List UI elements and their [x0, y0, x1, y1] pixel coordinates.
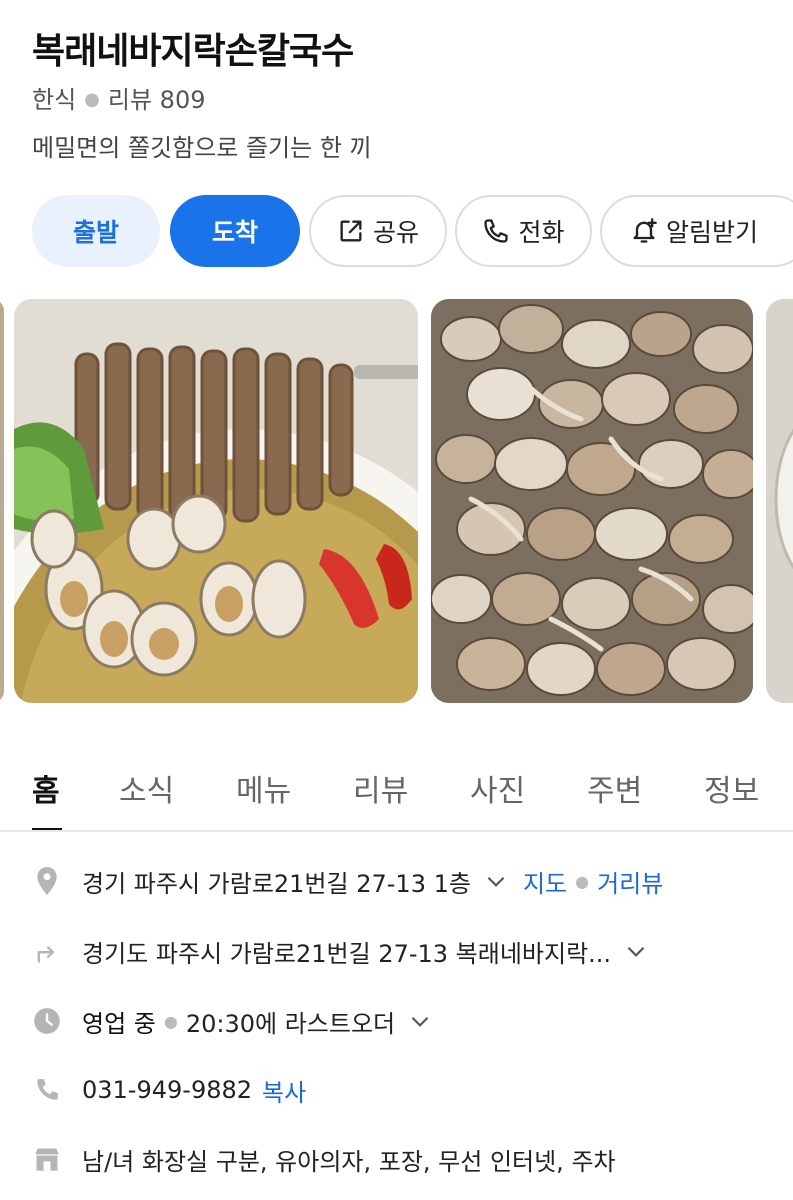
- bell-plus-icon: [633, 218, 657, 243]
- street-view-link[interactable]: 거리뷰: [597, 864, 663, 899]
- chevron-down-icon[interactable]: [483, 868, 509, 894]
- place-meta: 한식 ● 리뷰 809: [32, 80, 206, 115]
- map-link[interactable]: 지도: [523, 864, 567, 899]
- noodle-dish-image: [14, 299, 418, 703]
- directions-text: 경기도 파주시 가람로21번길 27-13 복래네바지락...: [82, 939, 612, 968]
- separator-dot: ●: [84, 89, 100, 110]
- store-icon: [32, 1144, 62, 1174]
- place-description: 메밀면의 쫄깃함으로 즐기는 한 끼: [32, 134, 372, 162]
- alarm-label: 알림받기: [666, 218, 759, 247]
- address-text: 경기 파주시 가람로21번길 27-13 1층: [82, 869, 471, 898]
- place-category: 한식: [32, 86, 77, 114]
- previous-photo[interactable]: [0, 299, 4, 703]
- tab-photos[interactable]: 사진: [470, 766, 525, 810]
- last-order-text: 20:30에 라스트오더: [185, 1009, 396, 1038]
- tab-bar: 홈 소식 메뉴 리뷰 사진 주변 정보: [0, 752, 793, 832]
- place-title: 복래네바지락손칼국수: [32, 31, 354, 72]
- arrive-button[interactable]: 도착: [170, 195, 300, 267]
- directions-arrow-icon: [32, 936, 62, 966]
- alarm-button[interactable]: 알림받기: [600, 195, 793, 267]
- photo-noodles[interactable]: [14, 299, 418, 703]
- chevron-down-icon[interactable]: [407, 1008, 433, 1034]
- copy-phone-link[interactable]: 복사: [262, 1073, 306, 1108]
- review-count[interactable]: 리뷰 809: [108, 86, 206, 114]
- tab-menu[interactable]: 메뉴: [236, 766, 291, 810]
- amenities-row: 남/녀 화장실 구분, 유아의자, 포장, 무선 인터넷, 주차: [32, 1139, 616, 1179]
- clams-image: [431, 299, 753, 703]
- tab-news[interactable]: 소식: [119, 766, 174, 810]
- share-icon: [340, 220, 362, 242]
- tab-divider: [0, 830, 793, 832]
- next-photo-image: [766, 299, 793, 703]
- separator-dot: ●: [163, 1011, 178, 1031]
- depart-button[interactable]: 출발: [32, 195, 160, 267]
- tab-home[interactable]: 홈: [32, 766, 60, 810]
- phone-number[interactable]: 031-949-9882: [82, 1076, 252, 1104]
- phone-icon: [484, 219, 509, 243]
- photo-clams[interactable]: [431, 299, 753, 703]
- open-status: 영업 중: [82, 1009, 156, 1038]
- clock-icon: [32, 1006, 62, 1036]
- tab-nearby[interactable]: 주변: [587, 766, 642, 810]
- location-pin-icon: [32, 866, 62, 896]
- share-button[interactable]: 공유: [309, 195, 447, 267]
- phone-icon: [32, 1075, 62, 1105]
- tab-reviews[interactable]: 리뷰: [353, 766, 408, 810]
- next-photo[interactable]: [766, 299, 793, 703]
- amenities-text: 남/녀 화장실 구분, 유아의자, 포장, 무선 인터넷, 주차: [82, 1147, 616, 1176]
- separator-dot: ●: [575, 871, 590, 891]
- call-button[interactable]: 전화: [455, 195, 592, 267]
- hours-row: 영업 중 ● 20:30에 라스트오더: [32, 1001, 433, 1041]
- tab-info[interactable]: 정보: [704, 766, 759, 810]
- call-label: 전화: [518, 218, 565, 247]
- chevron-down-icon[interactable]: [623, 938, 649, 964]
- directions-row: 경기도 파주시 가람로21번길 27-13 복래네바지락...: [32, 931, 649, 971]
- phone-row: 031-949-9882 복사: [32, 1070, 306, 1110]
- share-label: 공유: [372, 218, 419, 247]
- address-row: 경기 파주시 가람로21번길 27-13 1층 지도 ● 거리뷰: [32, 861, 663, 901]
